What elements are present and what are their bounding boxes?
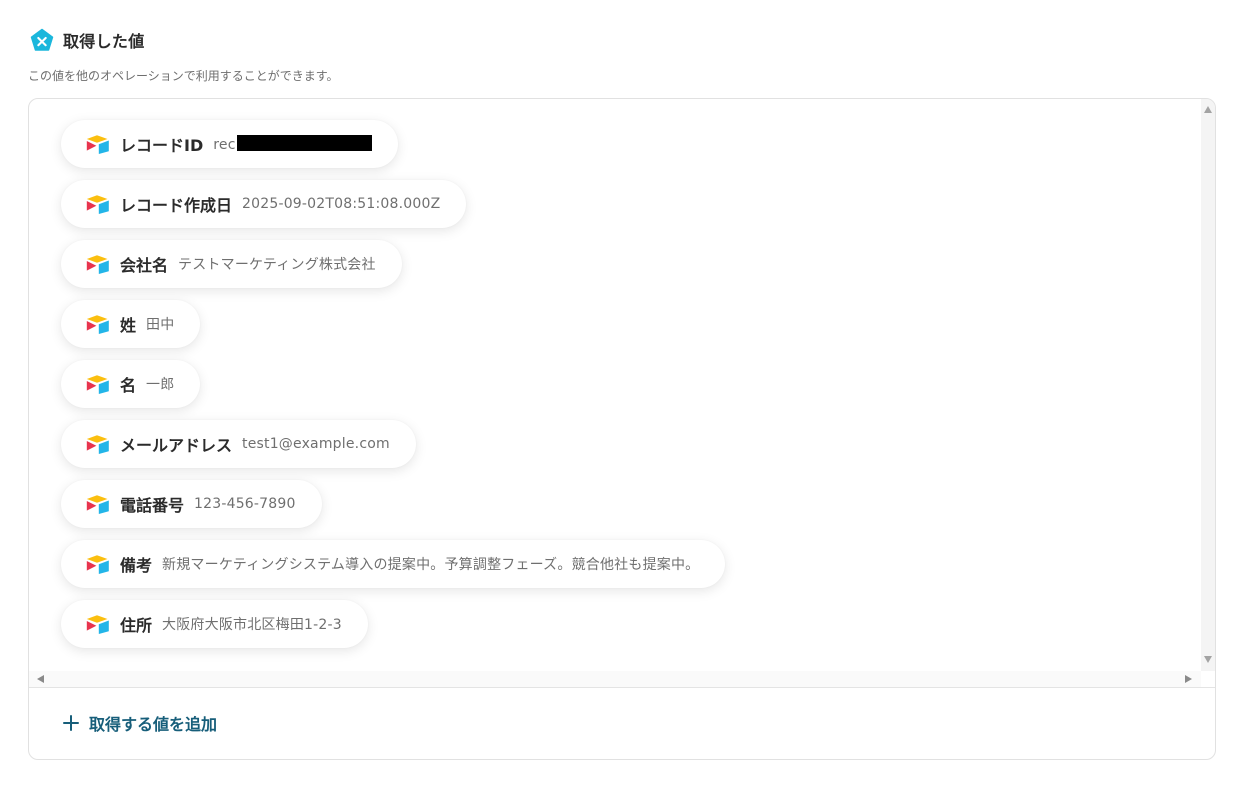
airtable-logo-icon xyxy=(86,435,109,454)
redaction-bar xyxy=(236,135,372,151)
horizontal-scrollbar[interactable] xyxy=(29,671,1201,687)
value-pill-2[interactable]: レコード作成日 2025-09-02T08:51:08.000Z xyxy=(61,180,467,228)
value-text: test1@example.com xyxy=(242,436,390,452)
value-pill-7[interactable]: 電話番号 123-456-7890 xyxy=(61,480,322,528)
section-subtitle: この値を他のオペレーションで利用することができます。 xyxy=(28,69,339,83)
scroll-up-arrow-icon[interactable] xyxy=(1204,106,1212,113)
value-text: rec xyxy=(213,135,372,153)
value-label: 電話番号 xyxy=(120,496,185,515)
add-value-label: 取得する値を追加 xyxy=(89,715,218,734)
value-list: レコードID rec レコード作成日 2025-09-02T08:51:08.0… xyxy=(61,120,726,660)
fetched-values-panel: レコードID rec レコード作成日 2025-09-02T08:51:08.0… xyxy=(28,98,1216,760)
value-label: 会社名 xyxy=(120,256,169,275)
section-header: 取得した値 xyxy=(30,28,145,52)
airtable-logo-icon xyxy=(86,555,109,574)
value-pill-8[interactable]: 備考 新規マーケティングシステム導入の提案中。予算調整フェーズ。競合他社も提案中… xyxy=(61,540,726,588)
value-text: 2025-09-02T08:51:08.000Z xyxy=(242,196,441,212)
value-pill-4[interactable]: 姓 田中 xyxy=(61,300,201,348)
airtable-logo-icon xyxy=(86,375,109,394)
add-value-button[interactable]: 取得する値を追加 xyxy=(63,711,217,735)
footer-divider xyxy=(29,687,1215,688)
value-label: レコードID xyxy=(120,136,204,155)
pentagon-x-icon xyxy=(30,28,54,51)
value-text-prefix: rec xyxy=(213,137,236,153)
value-label: レコード作成日 xyxy=(120,196,233,215)
scroll-down-arrow-icon[interactable] xyxy=(1204,656,1212,663)
value-pill-6[interactable]: メールアドレス test1@example.com xyxy=(61,420,416,468)
scroll-right-arrow-icon[interactable] xyxy=(1185,675,1192,683)
values-scroll-area[interactable]: レコードID rec レコード作成日 2025-09-02T08:51:08.0… xyxy=(29,99,1215,687)
airtable-logo-icon xyxy=(86,615,109,634)
value-text: 大阪府大阪市北区梅田1-2-3 xyxy=(162,617,342,633)
airtable-logo-icon xyxy=(86,195,109,214)
scroll-left-arrow-icon[interactable] xyxy=(37,675,44,683)
airtable-logo-icon xyxy=(86,255,109,274)
value-pill-5[interactable]: 名 一郎 xyxy=(61,360,201,408)
value-text: 123-456-7890 xyxy=(194,496,296,512)
airtable-logo-icon xyxy=(86,135,109,154)
airtable-logo-icon xyxy=(86,495,109,514)
value-label: メールアドレス xyxy=(120,436,233,455)
value-text: 新規マーケティングシステム導入の提案中。予算調整フェーズ。競合他社も提案中。 xyxy=(162,557,700,573)
value-pill-9[interactable]: 住所 大阪府大阪市北区梅田1-2-3 xyxy=(61,600,368,648)
section-title: 取得した値 xyxy=(63,32,145,51)
value-label: 住所 xyxy=(120,616,153,635)
vertical-scrollbar[interactable] xyxy=(1201,99,1215,671)
value-label: 名 xyxy=(120,376,137,395)
value-text: テストマーケティング株式会社 xyxy=(178,257,376,273)
value-pill-3[interactable]: 会社名 テストマーケティング株式会社 xyxy=(61,240,402,288)
value-label: 姓 xyxy=(120,316,137,335)
value-pill-1[interactable]: レコードID rec xyxy=(61,120,398,168)
value-text: 一郎 xyxy=(146,377,175,393)
airtable-logo-icon xyxy=(86,315,109,334)
plus-icon xyxy=(63,715,79,731)
value-text: 田中 xyxy=(146,317,175,333)
value-label: 備考 xyxy=(120,556,153,575)
